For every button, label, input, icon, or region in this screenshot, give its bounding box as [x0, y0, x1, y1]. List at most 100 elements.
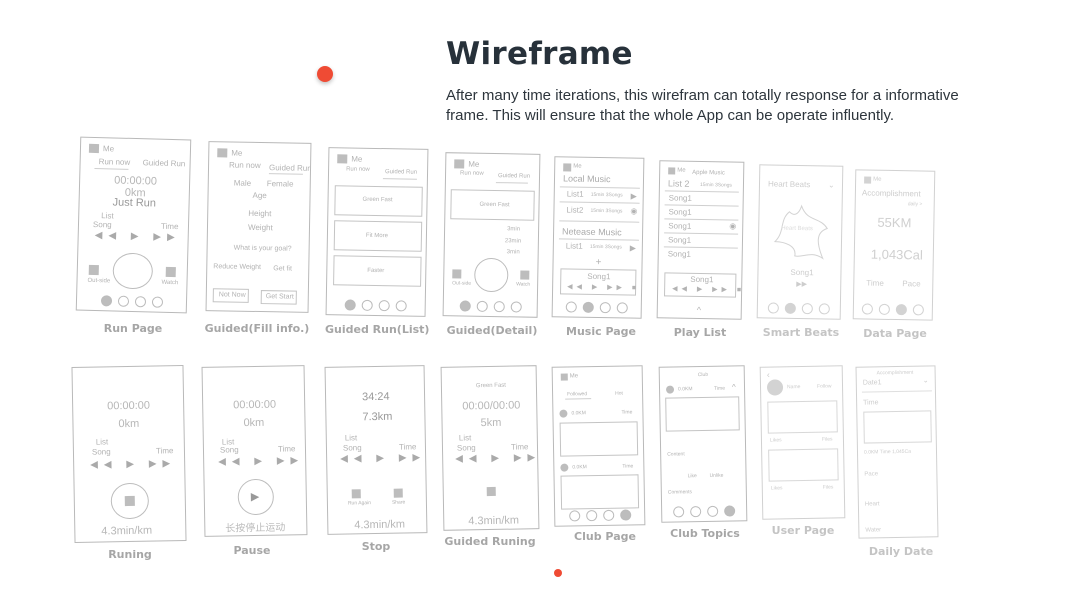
page-indicator-dot[interactable] [554, 569, 562, 577]
page-title: Wireframe [446, 36, 633, 72]
label-user-page: User Page [771, 524, 835, 537]
wireframe-pause[interactable]: 00:00:00 0km List Song Time ◀◀ ▶ ▶▶ ▶ 长按… [201, 365, 308, 537]
label-runing: Runing [108, 548, 152, 561]
avatar-icon [337, 154, 348, 164]
me-label: Me [102, 144, 115, 154]
label-guided-detail: Guided(Detail) [446, 324, 538, 337]
local-list-1: List1 [566, 189, 584, 199]
goal-question: What is your goal? [233, 244, 292, 253]
pace-stat: Pace [902, 279, 921, 289]
me-label: Me [677, 167, 686, 174]
playback-controls: ◀◀ ▶ ▶▶ [340, 452, 427, 465]
playlist-title: List 2 [667, 178, 690, 189]
post-time: Time [622, 463, 634, 470]
wireframe-guided-run-list[interactable]: Me Run now Guided Run Green Fast Fit Mor… [325, 147, 429, 317]
wireframe-music-page[interactable]: Me Local Music List1 15min 3Songs ▶ List… [551, 156, 645, 319]
list-label: List [95, 437, 109, 447]
list-label: List [458, 433, 472, 443]
start-button [112, 252, 154, 290]
mini-player-controls: ◀◀ ▶ ▶▶ ■ [567, 283, 641, 292]
time-label: Time [277, 444, 296, 454]
netease-music-header: Netease Music [562, 226, 622, 238]
total-distance: 55KM [877, 214, 912, 231]
time-label: Time [398, 442, 417, 452]
bottom-nav [555, 509, 644, 522]
wireframe-runing[interactable]: 00:00:00 0km List Song Time ◀◀ ▶ ▶▶ 4.3m… [71, 365, 187, 543]
files-count: Files [821, 436, 833, 443]
wireframe-user-page[interactable]: ‹ Name Follow Likes Files Likes Files [759, 365, 846, 520]
me-label: Me [468, 159, 480, 169]
selected-icon: ◉ [630, 206, 638, 216]
chevron-down-icon: ⌄ [827, 180, 835, 190]
wireframe-daily-date[interactable]: Accomplishment Date1 ⌄ Time 0.0KM Time 1… [855, 365, 939, 539]
accomplishment-title: Accomplishment [861, 188, 921, 199]
wireframe-data-page[interactable]: Me Accomplishment daily > 55KM 1,043Cal … [852, 169, 936, 321]
avatar-icon [563, 163, 572, 172]
wireframe-guided-detail[interactable]: Me Run now Guided Run Green Fast 3min 23… [442, 152, 541, 318]
label-music-page: Music Page [566, 325, 636, 338]
pace: 4.3min/km [101, 524, 153, 538]
wireframe-club-topics[interactable]: Club 0.0KM Time ^ Content Like Unlike Co… [658, 365, 748, 523]
share-button: Share [391, 499, 406, 506]
timer: 00:00:00 [233, 398, 277, 412]
wireframe-stop[interactable]: 34:24 7.3km List Song Time ◀◀ ▶ ▶▶ Run A… [324, 365, 428, 535]
bottom-nav [553, 301, 641, 314]
watch-label: Watch [516, 281, 531, 288]
mini-player-controls: ◀◀ ▶ ▶▶ ■ [672, 285, 745, 294]
time-header: Time [863, 399, 879, 407]
detail-value-2: 23min [504, 238, 522, 245]
playlist-song: Song1 [668, 207, 692, 217]
guided-item: Green Fast [475, 382, 506, 390]
tab-run-now: Run now [228, 160, 261, 171]
topic-image [665, 396, 740, 432]
tab-guided-run: Guided Run [142, 158, 186, 169]
next-icon: ▶▶ [796, 280, 808, 289]
avatar-icon [668, 167, 676, 175]
wireframe-guided-runing[interactable]: Green Fast 00:00/00:00 5km List Song Tim… [440, 365, 540, 531]
guided-item-1: Green Fast [362, 196, 393, 204]
back-icon: ‹ [766, 369, 770, 380]
wireframe-guided-fill-info[interactable]: Me Run now Guided Run Male Female Age He… [205, 141, 312, 313]
pace-header: Pace [864, 471, 879, 478]
final-distance: 7.3km [362, 410, 393, 424]
playback-controls: ◀◀ ▶ ▶▶ [94, 229, 181, 244]
now-playing-song: Song1 [690, 274, 714, 285]
wireframe-club-page[interactable]: Me Followed Hot 0.0KM Time 0.0KM Time [551, 365, 646, 527]
chevron-down-icon: ⌄ [922, 377, 929, 385]
heart-beats-title: Heart Beats [767, 179, 811, 190]
heart-beats-center: Heart Beats [781, 225, 813, 233]
distance: 0km [243, 416, 265, 430]
tab-run-now: Run now [346, 166, 370, 173]
list-label: List [101, 211, 114, 221]
song-label: Song1 [790, 267, 814, 278]
playlist-song: Song1 [668, 221, 692, 231]
not-now-button: Not Now [218, 291, 246, 299]
wireframe-smart-beats[interactable]: Heart Beats ⌄ Heart Beats Song1 ▶▶ [756, 164, 844, 320]
bottom-nav [854, 303, 932, 316]
playback-controls: ◀◀ ▶ ▶▶ [218, 455, 305, 468]
song-label: Song [219, 445, 239, 455]
wireframe-play-list[interactable]: Me Apple Music List 2 15min 3Songs Song1… [656, 160, 745, 320]
playlist-song: Song1 [667, 249, 691, 259]
local-music-header: Local Music [562, 173, 611, 185]
heart-header: Heart [864, 501, 880, 508]
post-user: 0.0KM [572, 464, 587, 471]
time-chart [863, 410, 932, 444]
add-list-button: + [595, 256, 602, 269]
label-daily-date: Daily Date [868, 545, 934, 558]
post-time: Time [621, 409, 633, 416]
tab-guided-run: Guided Run [384, 169, 418, 176]
post-user: 0.0KM [677, 386, 693, 393]
label-play-list: Play List [673, 326, 727, 339]
tab-run-now: Run now [460, 170, 484, 177]
label-run-page: Run Page [103, 322, 163, 335]
song-label: Song [91, 447, 111, 457]
time-label: Time [510, 442, 529, 452]
unlike-button: Unlike [709, 472, 724, 479]
label-club-page: Club Page [574, 530, 636, 543]
user-post-image [767, 400, 838, 434]
wireframe-run-page[interactable]: Me Run now Guided Run 00:00:00 0km Just … [75, 136, 192, 314]
weight-field: Weight [247, 222, 273, 233]
detail-value-1: 3min [507, 226, 521, 233]
daily-stats: 0.0KM Time 1,045Ca [863, 448, 912, 456]
